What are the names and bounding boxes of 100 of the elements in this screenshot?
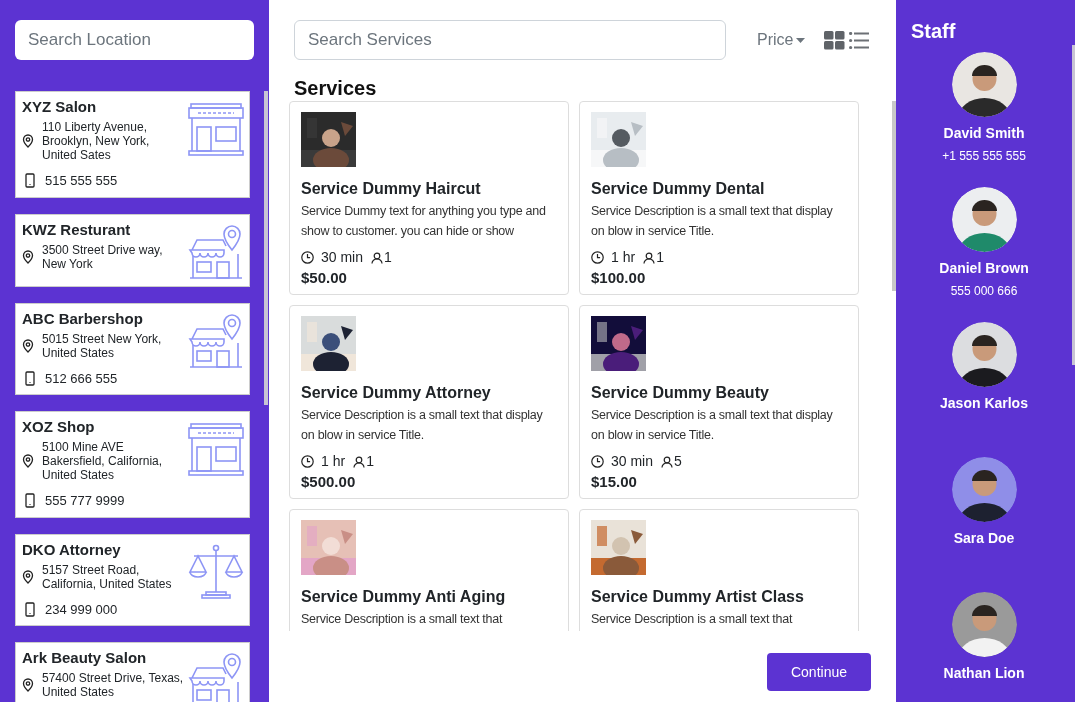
location-pin-icon bbox=[22, 454, 34, 468]
service-description: Service Description is a small text that bbox=[591, 611, 794, 628]
staff-member[interactable]: Nathan Lion bbox=[909, 592, 1059, 702]
service-title: Service Dummy Artist Class bbox=[591, 587, 805, 607]
clock-icon bbox=[301, 455, 314, 468]
service-title: Service Dummy Haircut bbox=[301, 179, 482, 199]
location-address: 5100 Mine AVE Bakersfield, California, United States bbox=[42, 440, 164, 482]
location-pin-icon bbox=[22, 569, 34, 584]
location-pin-icon bbox=[22, 249, 34, 264]
service-card[interactable]: Service Dummy Dental Service Description is a small text that display on blow in service Title. 1 hr 1 $100.00 bbox=[579, 101, 859, 295]
clock-icon bbox=[591, 455, 604, 468]
staff-member[interactable]: Daniel Brown 555 000 666 bbox=[909, 187, 1059, 307]
search-services-field[interactable]: Search Services bbox=[294, 20, 726, 60]
location-card[interactable]: DKO Attorney 5157 Street Road, California, United States 234 999 000 bbox=[15, 533, 250, 626]
staff-heading: Staff bbox=[910, 19, 957, 43]
service-description: Service Description is a small text that display on blow in service Title. bbox=[301, 407, 544, 444]
clock-icon bbox=[591, 251, 604, 264]
service-price: $15.00 bbox=[591, 472, 638, 492]
location-name: Ark Beauty Salon bbox=[22, 648, 148, 668]
phone-icon bbox=[25, 370, 35, 386]
location-phone: 555 777 9999 bbox=[45, 492, 125, 510]
staff-member[interactable]: David Smith +1 555 555 555 bbox=[909, 52, 1059, 172]
staff-name: Jason Karlos bbox=[940, 394, 1028, 413]
staff-name: Sara Doe bbox=[953, 529, 1015, 548]
service-card[interactable]: Service Dummy Artist Class Service Description is a small text that bbox=[579, 509, 859, 631]
search-location-field[interactable]: Search Location bbox=[15, 20, 254, 60]
service-duration: 1 hr bbox=[611, 248, 636, 267]
service-description: Service Dummy text for anything you type and show to customer. you can hide or show bbox=[301, 203, 547, 240]
location-pin-icon bbox=[22, 134, 34, 148]
staff-phone: +1 555 555 555 bbox=[942, 148, 1026, 165]
service-title: Service Dummy Anti Aging bbox=[301, 587, 507, 607]
location-pin-icon bbox=[22, 338, 34, 353]
service-duration: 1 hr bbox=[321, 452, 346, 471]
services-heading: Services bbox=[293, 76, 378, 101]
staff-name: Nathan Lion bbox=[943, 664, 1025, 683]
location-name: XOZ Shop bbox=[22, 417, 96, 437]
service-description: Service Description is a small text that display on blow in service Title. bbox=[591, 203, 834, 240]
location-name: KWZ Resturant bbox=[22, 219, 132, 240]
person-icon bbox=[643, 251, 656, 264]
caret-icon bbox=[796, 37, 806, 43]
person-icon bbox=[661, 455, 674, 468]
staff-phone: 555 000 666 bbox=[950, 283, 1018, 300]
service-staff-count: 1 bbox=[366, 452, 374, 471]
location-phone: 234 999 000 bbox=[45, 600, 118, 619]
storefront-icon bbox=[188, 101, 244, 157]
location-card[interactable]: Ark Beauty Salon 57400 Street Drive, Texas, United States bbox=[15, 642, 250, 702]
service-duration: 30 min bbox=[321, 248, 364, 267]
location-name: DKO Attorney bbox=[22, 539, 122, 560]
scrollbar[interactable] bbox=[264, 91, 268, 405]
service-price: $500.00 bbox=[301, 472, 357, 492]
service-card[interactable]: Service Dummy Beauty Service Description is a small text that display on blow in service Title. 30 min 5 $15.00 bbox=[579, 305, 859, 499]
service-staff-count: 5 bbox=[674, 452, 682, 471]
staff-name: Daniel Brown bbox=[939, 259, 1029, 278]
service-card[interactable]: Service Dummy Attorney Service Description is a small text that display on blow in service Title. 1 hr 1 $500.00 bbox=[289, 305, 569, 499]
location-card[interactable]: XYZ Salon 110 Liberty Avenue, Brooklyn, New York, United Sates 515 555 555 bbox=[15, 91, 250, 198]
scrollbar[interactable] bbox=[1072, 45, 1075, 365]
location-card[interactable]: KWZ Resturant 3500 Street Drive way, New York bbox=[15, 213, 250, 287]
location-card[interactable]: XOZ Shop 5100 Mine AVE Bakersfield, California, United States 555 777 9999 bbox=[15, 411, 250, 518]
service-title: Service Dummy Dental bbox=[591, 179, 766, 199]
phone-icon bbox=[25, 601, 35, 617]
staff-member[interactable]: Jason Karlos bbox=[909, 322, 1059, 442]
location-address: 5015 Street New York, United States bbox=[42, 331, 163, 360]
staff-member[interactable]: Sara Doe bbox=[909, 457, 1059, 577]
service-description: Service Description is a small text that display on blow in service Title. bbox=[591, 407, 834, 444]
shop-with-pin-icon bbox=[188, 312, 244, 369]
service-description: Service Description is a small text that bbox=[301, 611, 504, 628]
service-duration: 30 min bbox=[611, 452, 654, 471]
service-staff-count: 1 bbox=[384, 248, 392, 267]
location-pin-icon bbox=[22, 678, 34, 692]
location-name: ABC Barbershop bbox=[22, 308, 144, 329]
location-address: 57400 Street Drive, Texas, United States bbox=[42, 671, 185, 699]
service-title: Service Dummy Attorney bbox=[301, 383, 492, 403]
location-address: 5157 Street Road, California, United States bbox=[42, 562, 173, 591]
service-card[interactable]: Service Dummy Anti Aging Service Description is a small text that bbox=[289, 509, 569, 631]
person-icon bbox=[353, 455, 366, 468]
service-price: $100.00 bbox=[591, 268, 647, 288]
price-sort-dropdown[interactable]: Price bbox=[757, 28, 806, 52]
list-view-icon[interactable] bbox=[849, 31, 870, 49]
location-name: XYZ Salon bbox=[22, 97, 98, 117]
shop-with-pin-icon bbox=[188, 652, 244, 702]
scrollbar[interactable] bbox=[892, 101, 896, 291]
person-icon bbox=[371, 251, 384, 264]
service-price: $50.00 bbox=[301, 268, 348, 288]
scales-icon bbox=[188, 543, 244, 600]
clock-icon bbox=[301, 251, 314, 264]
continue-button[interactable]: Continue bbox=[767, 653, 871, 691]
shop-with-pin-icon bbox=[188, 223, 244, 280]
location-phone: 512 666 555 bbox=[45, 369, 118, 388]
location-phone: 515 555 555 bbox=[45, 172, 118, 190]
location-address: 110 Liberty Avenue, Brooklyn, New York, United Sates bbox=[42, 120, 151, 162]
phone-icon bbox=[25, 493, 35, 509]
location-card[interactable]: ABC Barbershop 5015 Street New York, United States 512 666 555 bbox=[15, 302, 250, 395]
service-title: Service Dummy Beauty bbox=[591, 383, 770, 403]
service-staff-count: 1 bbox=[656, 248, 664, 267]
staff-name: David Smith bbox=[943, 124, 1025, 143]
storefront-icon bbox=[188, 421, 244, 477]
service-card[interactable]: Service Dummy Haircut Service Dummy text for anything you type and show to customer. you can hide or show 30 min 1 $50.00 bbox=[289, 101, 569, 295]
phone-icon bbox=[25, 173, 35, 189]
grid-view-icon[interactable] bbox=[824, 30, 846, 50]
location-address: 3500 Street Drive way, New York bbox=[42, 242, 164, 271]
